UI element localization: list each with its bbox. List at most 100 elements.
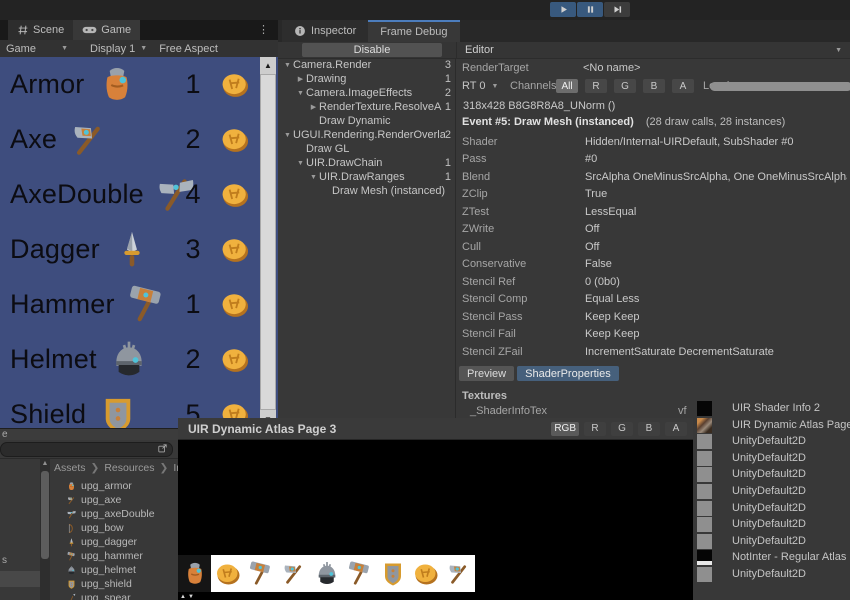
- helmet-icon: [312, 559, 342, 589]
- project-searchbar: [0, 440, 178, 459]
- game-item-row[interactable]: Armor1: [0, 57, 278, 112]
- asset-row[interactable]: upg_shield: [66, 577, 178, 591]
- frame-event-tree-item[interactable]: Draw Dynamic: [278, 114, 455, 128]
- channel-a-button[interactable]: A: [672, 79, 694, 93]
- atlas-titlebar[interactable]: UIR Dynamic Atlas Page 3 RGBRGBA: [178, 418, 693, 440]
- levels-slider[interactable]: [710, 82, 850, 91]
- external-window-icon[interactable]: [157, 443, 168, 454]
- foldout-icon[interactable]: ▶: [308, 103, 319, 111]
- frame-event-tree-item[interactable]: Draw Mesh (instanced): [278, 184, 455, 198]
- display-dropdown[interactable]: Display 1 ▼: [84, 43, 153, 55]
- tab-frame-debug[interactable]: Frame Debug: [368, 20, 459, 42]
- event-label: Draw Mesh (instanced): [332, 185, 451, 197]
- texture-name: UnityDefault2D: [732, 435, 806, 447]
- asset-row[interactable]: upg_spear: [66, 591, 178, 600]
- target-dropdown[interactable]: Editor ▼: [456, 42, 850, 58]
- foldout-icon[interactable]: ▼: [282, 62, 293, 69]
- tab-game-label: Game: [101, 24, 131, 36]
- asset-name: upg_armor: [81, 480, 132, 492]
- folder-selection[interactable]: [0, 571, 40, 587]
- disable-button[interactable]: Disable: [302, 43, 442, 57]
- game-item-row[interactable]: AxeDouble4: [0, 167, 278, 222]
- foldout-icon[interactable]: ▼: [308, 174, 319, 181]
- asset-name: upg_spear: [81, 592, 131, 600]
- scroll-up-icon[interactable]: ▲: [40, 459, 50, 469]
- channel-g-button[interactable]: G: [614, 79, 636, 93]
- texture-list-row[interactable]: UnityDefault2D: [697, 500, 806, 516]
- scrollbar-thumb[interactable]: [261, 75, 275, 409]
- asset-row[interactable]: upg_axe: [66, 493, 178, 507]
- rt-dropdown[interactable]: RT 0 ▼: [462, 80, 510, 92]
- frame-event-tree-item[interactable]: Draw GL: [278, 142, 455, 156]
- foldout-icon[interactable]: ▼: [282, 132, 293, 139]
- game-item-row[interactable]: Helmet2: [0, 332, 278, 387]
- scroll-up-icon[interactable]: ▲: [260, 57, 276, 74]
- breadcrumb-item[interactable]: Assets: [54, 462, 86, 474]
- property-value: LessEqual: [585, 206, 847, 218]
- foldout-icon[interactable]: ▶: [295, 75, 306, 83]
- game-item-row[interactable]: Axe2: [0, 112, 278, 167]
- texture-list-row[interactable]: UnityDefault2D: [697, 483, 806, 499]
- asset-row[interactable]: upg_hammer: [66, 549, 178, 563]
- atlas-channel-rgb-button[interactable]: RGB: [551, 422, 579, 436]
- asset-row[interactable]: upg_bow: [66, 521, 178, 535]
- foldout-icon[interactable]: ▼: [295, 160, 306, 167]
- frame-event-tree-item[interactable]: ▶RenderTexture.ResolveA1: [278, 100, 455, 114]
- channel-b-button[interactable]: B: [643, 79, 665, 93]
- tab-scene[interactable]: Scene: [8, 20, 73, 40]
- texture-list-row[interactable]: UnityDefault2D: [697, 466, 806, 482]
- aspect-dropdown[interactable]: Free Aspect: [153, 43, 224, 55]
- play-button[interactable]: [550, 2, 576, 17]
- channel-r-button[interactable]: R: [585, 79, 607, 93]
- game-scrollbar[interactable]: ▲ ▼: [260, 57, 276, 428]
- atlas-channel-a-button[interactable]: A: [665, 422, 687, 436]
- property-label: Shader: [462, 136, 585, 148]
- breadcrumb-item[interactable]: Resources: [104, 462, 154, 474]
- asset-row[interactable]: upg_helmet: [66, 563, 178, 577]
- property-label: Stencil Ref: [462, 276, 585, 288]
- texture-list-row[interactable]: UnityDefault2D: [697, 533, 806, 549]
- texture-name: UIR Shader Info 2: [732, 402, 820, 414]
- panel-menu-icon[interactable]: ⋮: [258, 23, 270, 36]
- property-label: ZClip: [462, 188, 585, 200]
- search-input[interactable]: [0, 442, 173, 457]
- property-label: Blend: [462, 171, 585, 183]
- texture-list-row[interactable]: UnityDefault2D: [697, 566, 806, 582]
- atlas-channel-b-button[interactable]: B: [638, 422, 660, 436]
- scrollbar-thumb[interactable]: [41, 471, 49, 559]
- texture-list-row[interactable]: UnityDefault2D: [697, 433, 806, 449]
- texture-list-row[interactable]: NotInter - Regular Atlas: [697, 549, 846, 565]
- game-dropdown[interactable]: Game ▼: [0, 43, 74, 55]
- frame-event-tree-item[interactable]: ▼UIR.DrawRanges1: [278, 170, 455, 184]
- asset-row[interactable]: upg_armor: [66, 479, 178, 493]
- tab-game[interactable]: Game: [73, 20, 140, 40]
- atlas-sprite-tile: [376, 555, 409, 592]
- folder-scrollbar[interactable]: ▲: [40, 459, 50, 600]
- item-name: Dagger: [10, 234, 100, 265]
- preview-button[interactable]: Preview: [459, 366, 514, 381]
- texture-list-row[interactable]: UnityDefault2D: [697, 450, 806, 466]
- texture-list-row[interactable]: UIR Shader Info 2: [697, 400, 820, 416]
- scene-icon: [17, 24, 29, 36]
- channel-all-button[interactable]: All: [556, 79, 578, 93]
- step-button[interactable]: [604, 2, 630, 17]
- texture-list-row[interactable]: UIR Dynamic Atlas Page: [697, 417, 850, 433]
- asset-row[interactable]: upg_dagger: [66, 535, 178, 549]
- atlas-channel-r-button[interactable]: R: [584, 422, 606, 436]
- game-item-row[interactable]: Dagger3: [0, 222, 278, 277]
- frame-event-tree-item[interactable]: ▼Camera.Render3: [278, 58, 455, 72]
- foldout-icon[interactable]: ▼: [295, 90, 306, 97]
- atlas-channel-g-button[interactable]: G: [611, 422, 633, 436]
- shader-properties-button[interactable]: ShaderProperties: [517, 366, 619, 381]
- asset-row[interactable]: upg_axeDouble: [66, 507, 178, 521]
- frame-event-tree-item[interactable]: ▼UGUI.Rendering.RenderOverla2: [278, 128, 455, 142]
- pause-button[interactable]: [577, 2, 603, 17]
- tab-inspector[interactable]: Inspector: [282, 20, 368, 42]
- strip-scroll-arrows[interactable]: ▲▼: [180, 594, 196, 600]
- frame-event-tree-item[interactable]: ▼Camera.ImageEffects2: [278, 86, 455, 100]
- texture-list-row[interactable]: UnityDefault2D: [697, 516, 806, 532]
- frame-event-tree-item[interactable]: ▶Drawing1: [278, 72, 455, 86]
- texture-thumbnail: [697, 418, 712, 433]
- game-item-row[interactable]: Hammer1: [0, 277, 278, 332]
- frame-event-tree-item[interactable]: ▼UIR.DrawChain1: [278, 156, 455, 170]
